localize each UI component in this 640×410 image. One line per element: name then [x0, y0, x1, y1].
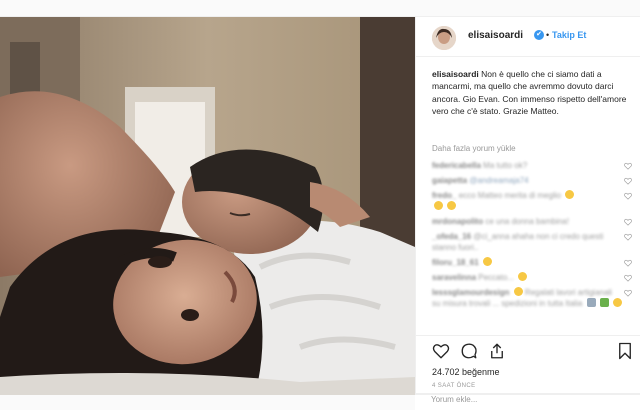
smile-emoji-icon	[613, 298, 622, 307]
bookmark-icon[interactable]	[616, 342, 634, 360]
box-emoji-icon	[586, 298, 596, 307]
comment-list: federicabella Ma tutto ok? gaiapetta @an…	[432, 160, 637, 313]
smile-emoji-icon	[518, 272, 528, 281]
comment-text[interactable]: @andreamaja74	[469, 176, 528, 185]
comment-item: fredo_ ecco Matteo merita di meglio	[432, 190, 632, 212]
comment-item: saravelinna Peccato...	[432, 272, 632, 283]
comment-text: ecco Matteo merita di meglio	[458, 191, 561, 200]
comment-item: gaiapetta @andreamaja74	[432, 175, 632, 186]
comment-item: _ofeda_16 @ci_anna ahaha non ci credo qu…	[432, 231, 632, 253]
smile-emoji-icon	[482, 257, 492, 266]
follow-button[interactable]: Takip Et	[552, 30, 586, 40]
add-comment-placeholder: Yorum ekle...	[431, 395, 478, 404]
heart-icon[interactable]	[432, 342, 450, 360]
post-caption: elisaisoardi Non è quello che ci siamo d…	[432, 68, 632, 118]
comment-like-icon[interactable]	[624, 192, 632, 200]
smile-emoji-icon	[513, 287, 523, 296]
share-icon[interactable]	[488, 342, 506, 360]
comment-item: lesssglamourdesign Regalati lavori artig…	[432, 287, 632, 309]
comment-username[interactable]: _ofeda_16	[432, 232, 471, 241]
comment-item: filoru_18_61	[432, 257, 632, 268]
avatar[interactable]	[432, 26, 456, 50]
header-separator: •	[546, 30, 550, 40]
comment-like-icon[interactable]	[624, 289, 632, 297]
load-more-comments-button[interactable]: Daha fazla yorum yükle	[432, 144, 516, 153]
comment-username[interactable]: federicabella	[432, 161, 481, 170]
comment-like-icon[interactable]	[624, 233, 632, 241]
comment-username[interactable]: mrdonapolito	[432, 217, 483, 226]
action-bar	[416, 335, 640, 360]
likes-count[interactable]: 24.702 beğenme	[432, 367, 500, 377]
comment-item: federicabella Ma tutto ok?	[432, 160, 632, 171]
smile-emoji-icon	[565, 190, 575, 199]
smile-emoji-icon	[434, 201, 443, 210]
post-photo[interactable]	[0, 17, 415, 395]
caption-username[interactable]: elisaisoardi	[432, 69, 479, 79]
comment-icon[interactable]	[460, 342, 478, 360]
comment-like-icon[interactable]	[624, 259, 632, 267]
post-header: elisaisoardi ✔ • Takip Et	[416, 17, 640, 57]
gift-emoji-icon	[599, 298, 609, 307]
header-username[interactable]: elisaisoardi	[468, 30, 523, 41]
smile-emoji-icon	[447, 201, 457, 210]
comment-username[interactable]: lesssglamourdesign	[432, 288, 509, 297]
verified-badge-icon: ✔	[534, 30, 544, 40]
avatar-image	[432, 26, 456, 50]
comment-text: Peccato...	[478, 273, 514, 282]
add-comment-field[interactable]: Yorum ekle...	[415, 394, 640, 410]
comment-username[interactable]: saravelinna	[432, 273, 476, 282]
comment-like-icon[interactable]	[624, 162, 632, 170]
post-side-panel: elisaisoardi ✔ • Takip Et elisaisoardi N…	[415, 17, 640, 395]
comment-text: ce una donna bambina!	[485, 217, 569, 226]
comment-item: mrdonapolito ce una donna bambina!	[432, 216, 632, 227]
comment-text: Ma tutto ok?	[483, 161, 528, 170]
post-timestamp: 4 SAAT ÖNCE	[432, 383, 476, 389]
instagram-post: elisaisoardi ✔ • Takip Et elisaisoardi N…	[0, 16, 640, 395]
comment-like-icon[interactable]	[624, 177, 632, 185]
selfie-image	[0, 17, 415, 395]
comment-username[interactable]: filoru_18_61	[432, 258, 479, 267]
comment-like-icon[interactable]	[624, 274, 632, 282]
comment-username[interactable]: gaiapetta	[432, 176, 467, 185]
comment-like-icon[interactable]	[624, 218, 632, 226]
comment-username[interactable]: fredo_	[432, 191, 456, 200]
